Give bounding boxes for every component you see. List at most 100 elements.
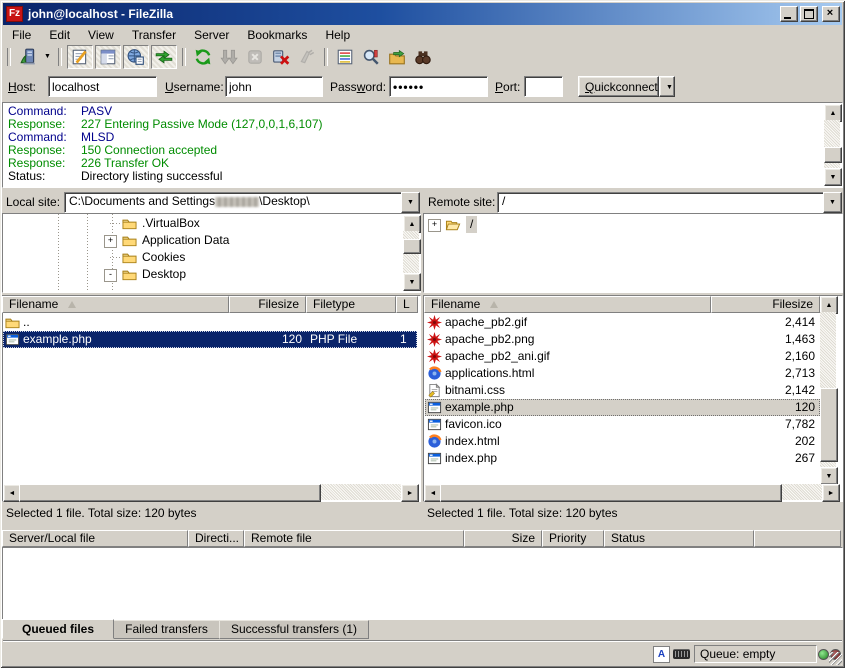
data-type-indicator-icon: A xyxy=(653,646,670,663)
remote-row[interactable]: favicon.ico 7,782 xyxy=(425,416,820,433)
toolbar: ▼ xyxy=(3,44,842,69)
port-input[interactable] xyxy=(524,76,563,97)
toggle-message-log-button[interactable] xyxy=(67,45,93,69)
remote-site-label: Remote site: xyxy=(428,195,495,209)
menu-view[interactable]: View xyxy=(79,26,123,44)
log-scroll-down[interactable]: ▼ xyxy=(824,168,842,186)
log-scrollbar-thumb[interactable] xyxy=(824,147,842,163)
php-file-icon xyxy=(427,451,442,466)
resize-grip[interactable] xyxy=(829,652,842,665)
disconnect-button[interactable] xyxy=(269,46,293,68)
close-button[interactable]: × xyxy=(822,6,840,22)
queue-list xyxy=(2,547,843,620)
remote-hscroll-thumb[interactable] xyxy=(440,484,782,502)
host-label: Host: xyxy=(8,80,36,94)
host-input[interactable] xyxy=(48,76,157,97)
username-label: Username: xyxy=(165,80,224,94)
close-icon: × xyxy=(823,6,837,20)
tab-queued-files[interactable]: Queued files xyxy=(2,619,114,639)
remote-row[interactable]: apache_pb2.gif 2,414 xyxy=(425,314,820,331)
remote-hscroll-right[interactable]: ► xyxy=(822,484,840,502)
toggle-remote-tree-button[interactable] xyxy=(123,45,149,69)
local-hscroll-thumb[interactable] xyxy=(19,484,321,502)
tree-expander[interactable]: + xyxy=(104,235,117,248)
synchronized-browsing-icon xyxy=(388,48,406,66)
remote-row[interactable]: apache_pb2.png 1,463 xyxy=(425,331,820,348)
remote-row[interactable]: apache_pb2_ani.gif 2,160 xyxy=(425,348,820,365)
local-row-parent-dir[interactable]: .. xyxy=(3,314,417,331)
remote-row[interactable]: bitnami.css 2,142 xyxy=(425,382,820,399)
remote-tree-icon xyxy=(127,48,145,66)
remote-col-filename[interactable]: Filename xyxy=(424,296,711,313)
local-site-dropdown[interactable]: ▼ xyxy=(401,192,420,213)
tree-expander[interactable]: + xyxy=(428,219,441,232)
local-tree-scrollbar-thumb[interactable] xyxy=(403,239,421,254)
remote-row[interactable]: index.html 202 xyxy=(425,433,820,450)
local-col-filename[interactable]: Filename xyxy=(2,296,229,313)
queue-col-empty xyxy=(754,530,841,547)
menu-bookmarks[interactable]: Bookmarks xyxy=(238,26,316,44)
window-title: john@localhost - FileZilla xyxy=(28,7,780,21)
local-row-example-php[interactable]: example.php 120 PHP File 1 xyxy=(3,331,417,348)
speed-limit-indicator-icon xyxy=(673,649,690,659)
site-manager-icon xyxy=(19,48,37,66)
quickconnect-button[interactable]: Quickconnect xyxy=(578,76,659,97)
reconnect-button[interactable] xyxy=(295,46,319,68)
minimize-button[interactable] xyxy=(780,6,798,22)
quickconnect-dropdown[interactable]: ▼ xyxy=(659,76,675,97)
find-files-button[interactable] xyxy=(411,46,435,68)
process-queue-button[interactable] xyxy=(217,46,241,68)
toolbar-separator xyxy=(324,48,328,66)
local-hscroll-right[interactable]: ► xyxy=(401,484,419,502)
queue-col-server-local-file[interactable]: Server/Local file xyxy=(2,530,188,547)
queue-col-remote-file[interactable]: Remote file xyxy=(244,530,464,547)
password-input[interactable] xyxy=(389,76,488,97)
sort-ascending-icon xyxy=(68,301,76,308)
remote-row-selected[interactable]: example.php 120 xyxy=(425,399,820,416)
toggle-local-tree-button[interactable] xyxy=(95,45,121,69)
remote-col-filesize[interactable]: Filesize xyxy=(711,296,820,313)
menu-server[interactable]: Server xyxy=(185,26,238,44)
remote-site-path[interactable]: / xyxy=(497,192,828,213)
remote-directory-tree xyxy=(423,213,843,293)
apache-file-icon xyxy=(427,349,442,364)
php-file-icon xyxy=(427,417,442,432)
queue-col-direction[interactable]: Directi... xyxy=(188,530,244,547)
site-manager-button[interactable] xyxy=(16,46,40,68)
maximize-icon xyxy=(804,9,814,19)
apache-file-icon xyxy=(427,332,442,347)
disconnect-icon xyxy=(272,48,290,66)
filename-filters-button[interactable] xyxy=(333,46,357,68)
username-input[interactable] xyxy=(225,76,323,97)
queue-col-size[interactable]: Size xyxy=(464,530,542,547)
toggle-queue-button[interactable] xyxy=(151,45,177,69)
synchronized-browsing-button[interactable] xyxy=(385,46,409,68)
queue-col-status[interactable]: Status xyxy=(604,530,754,547)
tab-successful-transfers[interactable]: Successful transfers (1) xyxy=(219,620,369,639)
menu-help[interactable]: Help xyxy=(316,26,359,44)
local-col-filesize[interactable]: Filesize xyxy=(229,296,306,313)
menu-edit[interactable]: Edit xyxy=(40,26,79,44)
cancel-operation-button[interactable] xyxy=(243,46,267,68)
menu-transfer[interactable]: Transfer xyxy=(123,26,185,44)
directory-comparison-button[interactable] xyxy=(359,46,383,68)
local-col-filetype[interactable]: Filetype xyxy=(306,296,396,313)
sort-ascending-icon xyxy=(490,301,498,308)
menu-file[interactable]: File xyxy=(3,26,40,44)
local-tree-scroll-down[interactable]: ▼ xyxy=(403,273,421,291)
message-log: Command:PASV Response:227 Entering Passi… xyxy=(2,102,843,188)
remote-scroll-down[interactable]: ▼ xyxy=(820,467,838,485)
local-site-path[interactable]: C:\Documents and Settings\Desktop\ xyxy=(64,192,406,213)
remote-scrollbar-thumb[interactable] xyxy=(820,388,838,462)
maximize-button[interactable] xyxy=(800,6,818,22)
queue-col-priority[interactable]: Priority xyxy=(542,530,604,547)
site-manager-dropdown[interactable]: ▼ xyxy=(41,46,54,68)
folder-icon xyxy=(122,233,137,248)
refresh-button[interactable] xyxy=(191,46,215,68)
tree-expander[interactable]: - xyxy=(104,269,117,282)
remote-row[interactable]: applications.html 2,713 xyxy=(425,365,820,382)
remote-site-dropdown[interactable]: ▼ xyxy=(823,192,842,213)
tab-failed-transfers[interactable]: Failed transfers xyxy=(113,620,220,639)
remote-row[interactable]: index.php 267 xyxy=(425,450,820,467)
local-col-lastmodified[interactable]: L xyxy=(396,296,418,313)
